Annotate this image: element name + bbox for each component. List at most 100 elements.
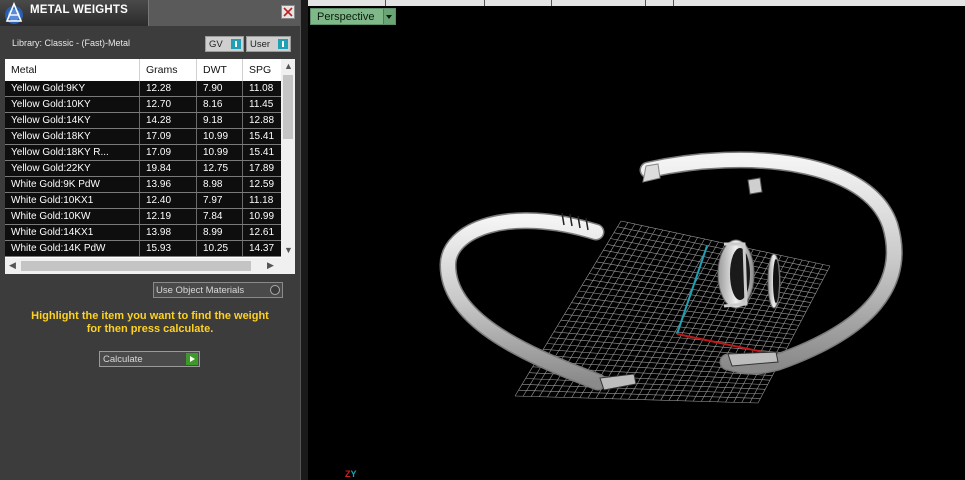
cell-metal: Yellow Gold:9KY: [5, 81, 140, 96]
close-icon: [283, 7, 293, 17]
cell-dwt: 7.90: [197, 81, 243, 96]
panel-titlebar: METAL WEIGHTS: [0, 0, 301, 26]
cell-metal: Yellow Gold:18KY R...: [5, 145, 140, 160]
metal-table: Metal Grams DWT SPG Yellow Gold:9KY 12.28…: [5, 59, 295, 274]
instruction-line-2: for then press calculate.: [86, 323, 214, 335]
table-row[interactable]: Yellow Gold:18KY R... 17.09 10.99 15.41: [5, 145, 281, 161]
instruction-text: Highlight the item you want to find the …: [10, 310, 290, 336]
table-row[interactable]: Yellow Gold:14KY 14.28 9.18 12.88: [5, 113, 281, 129]
scroll-right-icon[interactable]: ▶: [267, 260, 274, 271]
table-row[interactable]: White Gold:10KW 12.19 7.84 10.99: [5, 209, 281, 225]
panel-title: METAL WEIGHTS: [30, 4, 129, 16]
cell-grams: 17.09: [140, 145, 197, 160]
cell-grams: 12.28: [140, 81, 197, 96]
cell-grams: 15.93: [140, 241, 197, 256]
scroll-up-icon[interactable]: ▲: [284, 61, 293, 71]
axis-indicator: ZY: [345, 469, 357, 479]
cell-metal: White Gold:10KX1: [5, 193, 140, 208]
viewport[interactable]: Perspective ZY: [308, 0, 965, 480]
table-row[interactable]: Yellow Gold:9KY 12.28 7.90 11.08: [5, 81, 281, 97]
cell-grams: 12.40: [140, 193, 197, 208]
table-row[interactable]: White Gold:14K PdW 15.93 10.25 14.37: [5, 241, 281, 257]
cell-dwt: 7.84: [197, 209, 243, 224]
chevron-down-icon: [383, 9, 395, 24]
library-label: Library: Classic - (Fast)-Metal: [12, 38, 131, 48]
calculate-label: Calculate: [103, 354, 143, 365]
gv-toggle-label: GV: [209, 39, 223, 50]
cell-grams: 14.28: [140, 113, 197, 128]
column-header-dwt[interactable]: DWT: [197, 59, 243, 81]
3d-scene[interactable]: [308, 0, 965, 480]
cell-metal: Yellow Gold:22KY: [5, 161, 140, 176]
bangle-model[interactable]: [439, 151, 903, 391]
calculate-button[interactable]: Calculate: [99, 351, 200, 367]
scroll-left-icon[interactable]: ◀: [9, 260, 16, 271]
cell-metal: White Gold:14KX1: [5, 225, 140, 240]
column-header-spg[interactable]: SPG: [243, 59, 281, 81]
cell-spg: 17.89: [249, 163, 275, 174]
cell-metal: White Gold:9K PdW: [5, 177, 140, 192]
scroll-corner: [281, 258, 295, 274]
cell-dwt: 8.98: [197, 177, 243, 192]
radio-icon: [270, 285, 280, 295]
table-row[interactable]: White Gold:10KX1 12.40 7.97 11.18: [5, 193, 281, 209]
cell-dwt: 10.99: [197, 145, 243, 160]
table-row[interactable]: Yellow Gold:10KY 12.70 8.16 11.45: [5, 97, 281, 113]
cell-metal: Yellow Gold:14KY: [5, 113, 140, 128]
user-toggle-icon: [278, 39, 288, 49]
view-perspective-dropdown[interactable]: Perspective: [310, 8, 396, 25]
cell-spg: 12.88: [249, 115, 275, 126]
cell-spg: 11.45: [249, 99, 274, 110]
column-header-grams[interactable]: Grams: [140, 59, 197, 81]
use-object-materials-checkbox[interactable]: Use Object Materials: [153, 282, 283, 298]
titlebar-tab-area: [148, 0, 301, 26]
vertical-scrollbar[interactable]: ▲ ▼: [281, 59, 295, 258]
horizontal-scrollbar[interactable]: ◀ ▶: [5, 258, 281, 274]
gv-toggle-icon: [231, 39, 241, 49]
use-object-materials-label: Use Object Materials: [156, 285, 245, 296]
ring-model[interactable]: [717, 239, 781, 309]
axis-y-label: Y: [350, 469, 357, 479]
table-header: Metal Grams DWT SPG: [5, 59, 281, 81]
cell-grams: 13.96: [140, 177, 197, 192]
cell-dwt: 8.99: [197, 225, 243, 240]
cell-metal: Yellow Gold:10KY: [5, 97, 140, 112]
cell-spg: 11.08: [249, 83, 274, 94]
cell-spg: 12.59: [249, 179, 275, 190]
view-label: Perspective: [317, 11, 375, 23]
cell-dwt: 7.97: [197, 193, 243, 208]
table-row[interactable]: White Gold:9K PdW 13.96 8.98 12.59: [5, 177, 281, 193]
cell-dwt: 9.18: [197, 113, 243, 128]
gv-toggle[interactable]: GV: [205, 36, 244, 52]
close-button[interactable]: [281, 5, 295, 19]
table-row[interactable]: Yellow Gold:18KY 17.09 10.99 15.41: [5, 129, 281, 145]
cell-metal: White Gold:10KW: [5, 209, 140, 224]
user-toggle-label: User: [250, 39, 271, 50]
cell-grams: 12.70: [140, 97, 197, 112]
app-logo-icon: [2, 1, 26, 25]
cell-grams: 12.19: [140, 209, 197, 224]
instruction-line-1: Highlight the item you want to find the …: [31, 310, 269, 322]
column-header-metal[interactable]: Metal: [5, 59, 140, 81]
cell-dwt: 10.25: [197, 241, 243, 256]
grid-line: [564, 314, 792, 340]
cell-metal: Yellow Gold:18KY: [5, 129, 140, 144]
cell-grams: 13.98: [140, 225, 197, 240]
scroll-down-icon[interactable]: ▼: [284, 245, 293, 255]
cell-spg: 14.37: [249, 243, 275, 254]
horizontal-scroll-thumb[interactable]: [21, 261, 251, 271]
user-toggle[interactable]: User: [246, 36, 291, 52]
grid-line: [749, 264, 824, 403]
cell-dwt: 10.99: [197, 129, 243, 144]
play-icon: [186, 353, 198, 365]
cell-spg: 10.99: [249, 211, 275, 222]
y-axis-line: [676, 245, 708, 335]
vertical-scroll-thumb[interactable]: [283, 75, 293, 139]
cell-dwt: 8.16: [197, 97, 243, 112]
table-row[interactable]: Yellow Gold:22KY 19.84 12.75 17.89: [5, 161, 281, 177]
table-row[interactable]: White Gold:14KX1 13.98 8.99 12.61: [5, 225, 281, 241]
cell-spg: 12.61: [249, 227, 275, 238]
metal-weights-panel: METAL WEIGHTS Library: Classic - (Fast)-…: [0, 0, 301, 480]
cell-spg: 11.18: [249, 195, 274, 206]
cell-spg: 15.41: [249, 131, 275, 142]
